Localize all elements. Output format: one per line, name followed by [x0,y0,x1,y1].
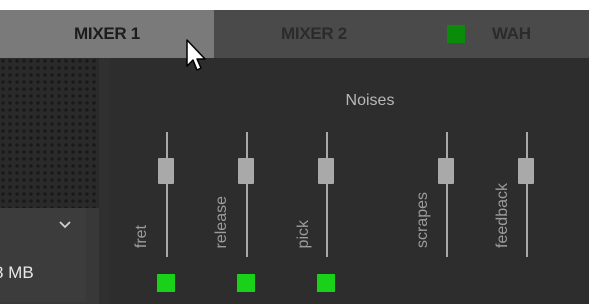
feedback-slider[interactable] [512,132,542,257]
pick-label: pick [295,219,312,248]
slider-track [166,132,168,257]
pick-slider[interactable] [312,132,342,257]
slider-thumb[interactable] [158,158,174,184]
fret-slider[interactable] [152,132,182,257]
slider-track [526,132,528,257]
left-panel: 8 MB [0,58,110,304]
noises-section-title: Noises [345,92,395,109]
feedback-label: feedback [494,183,511,248]
tab-wah-label: WAH [492,24,531,43]
wah-enabled-indicator[interactable] [447,25,465,43]
slider-thumb[interactable] [238,158,254,184]
tab-mixer-2-label: MIXER 2 [281,24,347,43]
release-label: release [213,195,230,248]
slider-track [326,132,328,257]
speaker-grille [0,58,99,208]
release-slider[interactable] [232,132,262,257]
chevron-down-icon [59,221,71,229]
tab-bar: MIXER 1 MIXER 2 WAH [0,10,589,58]
slider-thumb[interactable] [438,158,454,184]
pick-mute-toggle[interactable] [317,274,335,292]
tab-mixer-1-label: MIXER 1 [74,24,140,43]
slider-thumb[interactable] [318,158,334,184]
mouse-pointer-icon [186,39,206,71]
memory-dropdown[interactable]: 8 MB [0,208,86,302]
slider-track [246,132,248,257]
release-mute-toggle[interactable] [237,274,255,292]
tab-mixer-2[interactable]: MIXER 2 [214,10,414,58]
memory-dropdown-value: 8 MB [0,263,34,282]
fret-label: fret [133,224,150,248]
scrapes-label: scrapes [414,191,431,248]
scrapes-slider[interactable] [432,132,462,257]
slider-thumb[interactable] [518,158,534,184]
tab-wah[interactable]: WAH [414,10,589,58]
panel-divider [99,58,110,304]
tab-mixer-1[interactable]: MIXER 1 [0,10,214,58]
slider-track [446,132,448,257]
fret-mute-toggle[interactable] [157,274,175,292]
mixer-window: MIXER 1 MIXER 2 WAH 8 MB Noises fret rel… [0,10,589,304]
